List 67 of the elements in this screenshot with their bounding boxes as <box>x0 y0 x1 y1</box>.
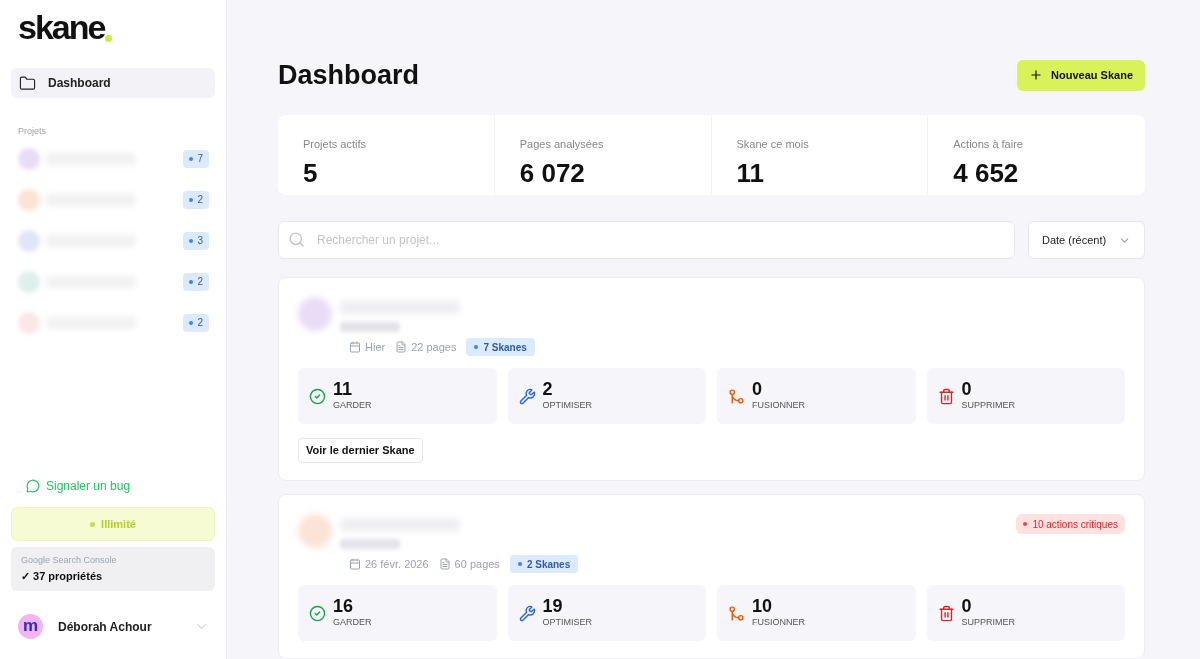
action-count: 16 <box>333 596 355 617</box>
trash-icon <box>937 387 955 405</box>
user-avatar: m <box>18 614 43 639</box>
blurred-url <box>340 322 400 332</box>
stat-value: 11 <box>736 157 765 188</box>
check-circle-icon <box>309 604 326 622</box>
stat-value: 5 <box>303 157 319 188</box>
document-icon <box>395 341 408 353</box>
stat-label: Projets actifs <box>303 137 367 152</box>
plan-badge: Illimité <box>11 507 215 541</box>
action-label: OPTIMISER <box>542 399 592 413</box>
nav-item[interactable]: Dashboard <box>11 68 215 98</box>
wrench-icon <box>518 387 536 405</box>
plus-icon <box>1029 68 1044 82</box>
count-badge: 7 <box>183 149 209 168</box>
action-label: OPTIMISER <box>542 616 592 630</box>
new-skane-button[interactable]: Nouveau Skane <box>1017 59 1145 91</box>
action-label: FUSIONNER <box>752 399 805 413</box>
gsc-value: ✓ 37 propriétés <box>21 568 104 584</box>
folder-icon <box>19 74 36 92</box>
chat-bubble-icon <box>26 479 40 493</box>
count-badge: 2 <box>183 272 209 291</box>
action-count: 19 <box>542 596 564 617</box>
skanes-badge: 7 Skanes <box>466 338 535 356</box>
skanes-badge: 2 Skanes <box>509 555 579 573</box>
action-count: 10 <box>752 596 774 617</box>
document-icon <box>438 558 451 570</box>
action-label: GARDER <box>333 399 372 413</box>
action-count: 0 <box>961 379 973 400</box>
stat-value: 4 652 <box>953 157 1020 188</box>
logo: skane <box>18 10 105 44</box>
wrench-icon <box>518 604 536 622</box>
stat-label: Pages analysées <box>519 137 605 152</box>
action-count: 2 <box>542 379 554 400</box>
user-menu[interactable]: m Déborah Achour <box>11 614 215 639</box>
view-last-skane-button[interactable]: Voir le dernier Skane <box>298 438 423 463</box>
merge-icon <box>728 387 745 405</box>
stat-label: Skane ce mois <box>736 137 810 152</box>
section-heading: Projets <box>17 125 47 138</box>
blurred-url <box>340 539 400 549</box>
search-field[interactable]: Rechercher un projet... <box>278 221 1015 259</box>
calendar-icon <box>349 558 361 570</box>
gsc-label: Google Search Console <box>21 554 118 567</box>
calendar-icon <box>349 341 361 353</box>
search-icon <box>288 231 305 248</box>
action-label: FUSIONNER <box>752 616 805 630</box>
action-label: SUPPRIMER <box>961 616 1015 630</box>
count-badge: 2 <box>183 313 209 332</box>
action-label: GARDER <box>333 616 372 630</box>
pages-text: 22 pages <box>395 338 457 356</box>
action-label: SUPPRIMER <box>961 399 1015 413</box>
pages-text: 60 pages <box>438 555 500 573</box>
action-count: 0 <box>961 596 973 617</box>
trash-icon <box>937 604 955 622</box>
merge-icon <box>728 604 745 622</box>
check-circle-icon <box>309 387 326 405</box>
stat-label: Actions à faire <box>953 137 1024 152</box>
critical-badge: 10 actions critiques <box>1016 514 1125 534</box>
sort-dropdown[interactable]: Date (récent) <box>1028 221 1145 259</box>
action-count: 11 <box>333 379 354 400</box>
action-count: 0 <box>752 379 763 400</box>
count-badge: 3 <box>183 231 209 250</box>
date-text: 26 févr. 2026 <box>349 555 429 573</box>
count-badge: 2 <box>183 190 209 209</box>
stat-value: 6 072 <box>519 157 586 188</box>
page-title: Dashboard <box>278 58 420 92</box>
date-text: Hier <box>349 338 386 356</box>
